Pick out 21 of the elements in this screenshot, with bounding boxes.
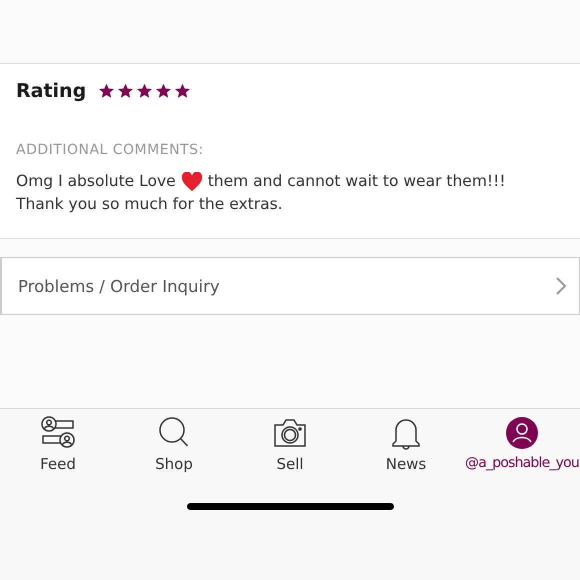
star-icon xyxy=(117,83,134,99)
avatar-icon xyxy=(506,417,538,449)
star-icon xyxy=(174,83,192,99)
star-icon xyxy=(155,83,172,99)
rating-label: Rating xyxy=(16,80,86,102)
tab[interactable]: @a_poshable_you xyxy=(465,415,579,471)
tab[interactable]: Feed xyxy=(40,415,76,473)
tab[interactable]: News xyxy=(386,415,426,473)
star-icon xyxy=(136,83,154,99)
tab[interactable]: Shop xyxy=(155,415,193,473)
star-icon xyxy=(98,83,116,99)
comment-text: Thank you so much for the extras. xyxy=(16,194,283,215)
order-inquiry-button[interactable]: Problems / Order Inquiry xyxy=(0,257,580,315)
chevron-right-icon xyxy=(555,276,567,296)
comment-text: Omg I absolute Love xyxy=(16,171,176,192)
heart-icon xyxy=(180,172,203,192)
camera-icon xyxy=(273,417,307,449)
comments-heading: ADDITIONAL COMMENTS: xyxy=(16,142,205,158)
comment-text: them and cannot wait to wear them!!! xyxy=(208,171,506,192)
people-list-icon xyxy=(40,416,76,450)
tab[interactable]: Sell xyxy=(273,415,307,473)
